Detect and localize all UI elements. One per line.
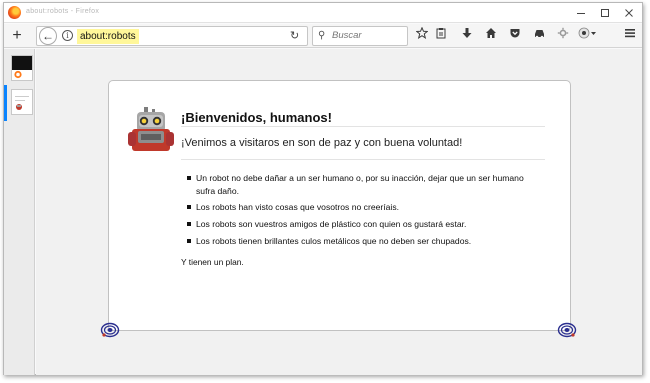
list-item: Los robots han visto cosas que vosotros … [187,201,537,214]
navigation-toolbar: + ← i about:robots ↻ ⚲ Buscar [4,24,642,48]
pocket-icon [510,29,520,38]
minimize-button[interactable] [570,5,592,21]
site-info-icon[interactable]: i [62,30,73,41]
synced-tabs-button[interactable] [531,27,547,44]
tab-preview-icon [12,90,32,114]
list-item: Los robots tienen brillantes culos metál… [187,235,537,248]
back-button[interactable]: ← [39,27,57,45]
tab-sidebar [4,49,35,375]
pocket-button[interactable] [507,27,523,44]
list-item: Los robots son vuestros amigos de plásti… [187,218,537,231]
search-icon: ⚲ [318,30,326,41]
minimize-icon [577,13,585,14]
tab-thumbnail-2[interactable] [11,89,33,115]
account-icon [578,27,596,39]
page-subtitle: ¡Venimos a visitaros en son de paz y con… [181,137,463,149]
tab-thumbnail-1[interactable] [11,55,33,81]
library-button[interactable] [433,27,449,44]
close-window-button[interactable] [618,5,640,21]
robots-card: ¡Bienvenidos, humanos! ¡Venimos a visita… [108,80,571,331]
subtitle-divider [181,159,545,160]
car-icon [534,30,544,39]
bolt-left-icon [100,322,120,338]
robot-icon [128,107,174,151]
search-bar[interactable]: ⚲ Buscar [312,26,408,46]
close-icon [625,9,633,17]
downloads-button[interactable] [459,27,475,44]
clipboard-icon [436,28,446,39]
download-arrow-icon [462,28,472,38]
url-input[interactable]: about:robots [77,29,139,44]
hamburger-icon [625,29,635,38]
robot-laws-list: Un robot no debe dañar a un ser humano o… [187,172,537,252]
heading-divider [181,126,545,127]
firefox-logo-icon [8,6,21,19]
extension-button[interactable] [555,27,571,44]
closing-text: Y tienen un plan. [181,257,244,267]
maximize-button[interactable] [594,5,616,21]
home-icon [486,28,496,38]
home-button[interactable] [483,27,499,44]
maximize-icon [601,9,609,17]
bolt-right-icon [557,322,577,338]
title-bar: about:robots - Firefox [4,3,642,23]
window-title: about:robots - Firefox [26,8,100,15]
reload-button[interactable]: ↻ [290,29,299,42]
tab-preview-icon [12,56,32,80]
browser-window: about:robots - Firefox + ← i about:robot… [3,2,643,375]
search-input[interactable]: Buscar [332,30,362,41]
page-heading: ¡Bienvenidos, humanos! [181,110,332,125]
bookmark-star-button[interactable] [414,26,430,44]
profile-button[interactable] [577,27,599,44]
selected-tab-indicator [4,85,7,121]
list-item: Un robot no debe dañar a un ser humano o… [187,172,537,197]
new-tab-button[interactable]: + [8,27,26,45]
menu-button[interactable] [622,27,638,44]
page-content: ¡Bienvenidos, humanos! ¡Venimos a visita… [36,49,642,375]
gear-icon [557,27,569,39]
url-bar[interactable]: ← i about:robots ↻ [36,26,308,46]
star-icon [415,26,429,40]
